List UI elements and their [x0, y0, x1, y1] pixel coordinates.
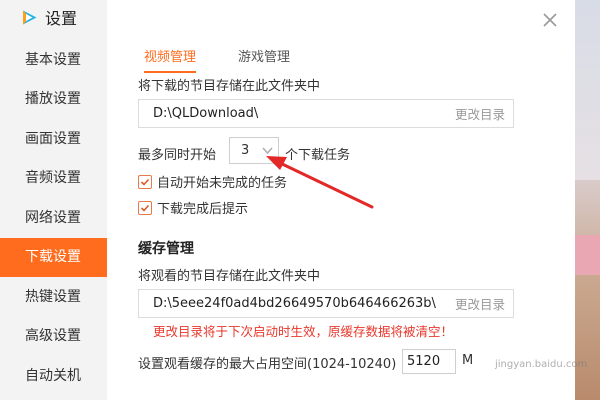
background-sky [575, 0, 600, 180]
cache-warning-text: 更改目录将于下次启动时生效，原缓存数据将被清空！ [153, 324, 454, 339]
checkmark-icon [140, 178, 150, 186]
cache-section-title: 缓存管理 [138, 241, 194, 257]
background-strip [575, 0, 600, 400]
download-path-field[interactable]: D:\QLDownload\ 更改目录 [138, 99, 514, 128]
cache-folder-label: 将观看的节目存储在此文件夹中 [138, 269, 321, 284]
max-cache-input[interactable]: 5120 [402, 349, 456, 374]
window-title: 设置 [45, 9, 78, 28]
app-title: 设置 [21, 6, 77, 28]
close-icon[interactable] [541, 11, 559, 29]
concurrent-tasks-value: 3 [241, 143, 250, 158]
max-cache-unit: M [462, 353, 474, 368]
watermark-logo: Baidu [497, 325, 568, 350]
concurrent-tasks-select[interactable]: 3 [229, 137, 279, 164]
sidebar-item-hotkey[interactable]: 热键设置 [0, 278, 107, 317]
concurrent-prefix-label: 最多同时开始 [138, 148, 217, 163]
sidebar-item-playback[interactable]: 播放设置 [0, 80, 107, 119]
download-path-value: D:\QLDownload\ [153, 106, 259, 121]
sidebar-item-network[interactable]: 网络设置 [0, 199, 107, 238]
cache-path-value: D:\5eee24f0ad4bd26649570b646466263b\ [153, 296, 436, 311]
notify-option: 下载完成后提示 [138, 198, 248, 217]
background-accent [575, 235, 600, 275]
tab-game-management[interactable]: 游戏管理 [238, 46, 290, 73]
auto-start-label: 自动开始未完成的任务 [157, 176, 288, 191]
settings-dialog: 设置 基本设置 播放设置 画面设置 音频设置 网络设置 下载设置 热键设置 高级… [0, 0, 575, 400]
auto-start-option: 自动开始未完成的任务 [138, 172, 287, 191]
sidebar-item-audio[interactable]: 音频设置 [0, 159, 107, 198]
sidebar-item-picture[interactable]: 画面设置 [0, 120, 107, 159]
watermark-caption: jingyan.baidu.com [495, 359, 588, 370]
checkmark-icon [140, 204, 150, 212]
auto-start-checkbox[interactable] [138, 174, 152, 189]
notify-label: 下载完成后提示 [157, 202, 249, 217]
download-folder-label: 将下载的节目存储在此文件夹中 [138, 79, 321, 94]
tab-bar: 视频管理 游戏管理 [144, 46, 290, 73]
sidebar-item-advanced[interactable]: 高级设置 [0, 317, 107, 356]
sidebar: 设置 基本设置 播放设置 画面设置 音频设置 网络设置 下载设置 热键设置 高级… [0, 0, 107, 400]
sidebar-item-basic[interactable]: 基本设置 [0, 41, 107, 80]
max-cache-label: 设置观看缓存的最大占用空间(1024-10240) [138, 357, 397, 372]
tab-video-management[interactable]: 视频管理 [144, 46, 197, 73]
cache-path-field[interactable]: D:\5eee24f0ad4bd26649570b646466263b\ 更改目… [138, 289, 514, 318]
chevron-down-icon [262, 147, 273, 155]
sidebar-item-auto-shutdown[interactable]: 自动关机 [0, 357, 107, 396]
concurrent-suffix-label: 个下载任务 [285, 148, 351, 163]
sidebar-item-download[interactable]: 下载设置 [0, 238, 107, 277]
notify-checkbox[interactable] [138, 200, 152, 215]
cache-change-dir-button[interactable]: 更改目录 [455, 294, 513, 313]
download-change-dir-button[interactable]: 更改目录 [455, 104, 513, 123]
tencent-video-play-icon [23, 10, 37, 24]
